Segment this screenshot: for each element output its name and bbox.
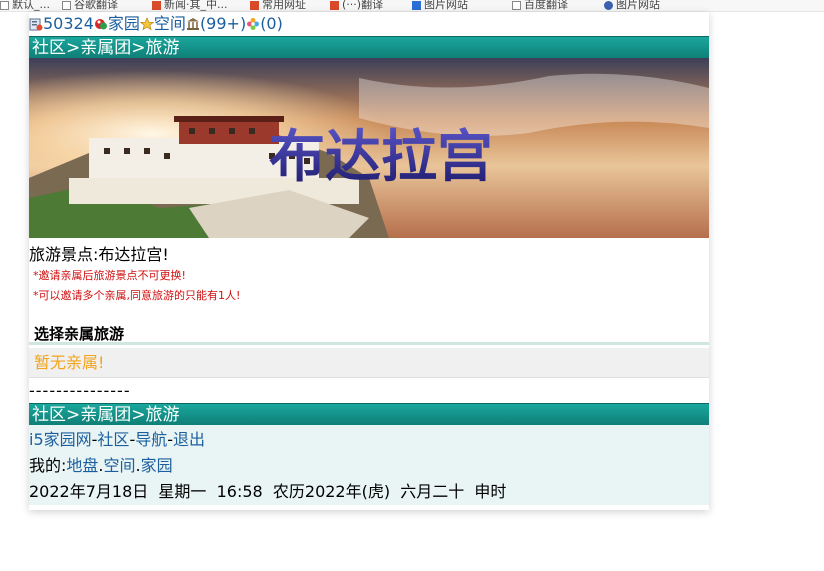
- breadcrumb-bottom: 社区>亲属团>旅游: [29, 403, 709, 425]
- bookmark-item[interactable]: 常用网址: [250, 0, 306, 11]
- page-icon: [250, 0, 259, 10]
- logout-link[interactable]: 退出: [173, 430, 205, 449]
- flower-icon: [246, 14, 260, 30]
- home-link[interactable]: 家园: [108, 14, 140, 33]
- globe-icon: [604, 0, 613, 10]
- page-icon: [512, 0, 521, 10]
- bookmark-item[interactable]: 谷歌翻译: [62, 0, 118, 11]
- space-link[interactable]: 空间: [104, 456, 136, 475]
- nav-link[interactable]: 导航: [135, 430, 167, 449]
- user-topbar: 50324 家园 空间 (99+) (0): [29, 12, 709, 36]
- banner-image: 布达拉宫: [29, 58, 709, 238]
- community-link[interactable]: 社区: [97, 430, 129, 449]
- browser-bookmarks-bar: 默认_... 谷歌翻译 新闻·其_中... 常用网址 (···)翻译 图片网站 …: [0, 0, 824, 12]
- breadcrumb-current: 旅游: [145, 38, 180, 58]
- bookmark-item[interactable]: 图片网站: [604, 0, 660, 11]
- notifications-count-link[interactable]: (0): [260, 14, 283, 33]
- section-title: 选择亲属旅游: [29, 323, 709, 345]
- bookmark-item[interactable]: 图片网站: [412, 0, 468, 11]
- site-home-link[interactable]: i5家园网: [29, 430, 92, 449]
- bank-icon: [186, 14, 200, 30]
- notice-text: *可以邀请多个亲属,同意旅游的只能有1人!: [33, 289, 241, 302]
- breadcrumb-community[interactable]: 社区: [32, 405, 66, 425]
- bookmark-item[interactable]: 百度翻译: [512, 0, 568, 11]
- breadcrumb-relatives[interactable]: 亲属团: [80, 38, 131, 58]
- breadcrumb-relatives[interactable]: 亲属团: [80, 405, 131, 425]
- page-icon: [330, 0, 339, 10]
- datetime-line: 2022年7月18日 星期一 16:58 农历2022年(虎) 六月二十 申时: [29, 482, 507, 501]
- banner-title: 布达拉宫: [269, 124, 493, 190]
- page-icon: [62, 0, 71, 10]
- notice-text: *邀请亲属后旅游景点不可更换!: [33, 269, 186, 282]
- bookmark-item[interactable]: 新闻·其_中...: [152, 0, 228, 11]
- divider-text: ---------------: [29, 381, 131, 400]
- messages-count-link[interactable]: (99+): [200, 14, 246, 33]
- home-link[interactable]: 家园: [141, 456, 173, 475]
- land-link[interactable]: 地盘: [66, 456, 98, 475]
- empty-state-message: 暂无亲属!: [29, 348, 709, 378]
- page-icon: [152, 0, 161, 10]
- page-icon: [0, 0, 9, 10]
- user-id-link[interactable]: 50324: [43, 14, 94, 33]
- breadcrumb-community[interactable]: 社区: [32, 38, 66, 58]
- bookmark-item[interactable]: (···)翻译: [330, 0, 383, 11]
- page-icon: [412, 0, 421, 10]
- page-container: 50324 家园 空间 (99+) (0) 社区>亲属团>旅游 布达拉宫 旅游景…: [29, 12, 709, 510]
- footer-mine: 我的:地盘.空间.家园: [29, 456, 173, 475]
- user-card-icon: [29, 14, 43, 31]
- breadcrumb-current: 旅游: [145, 405, 180, 425]
- space-link[interactable]: 空间: [154, 14, 186, 33]
- footer-nav: i5家园网-社区-导航-退出: [29, 430, 206, 449]
- travel-spot-line: 旅游景点:布达拉宫!: [29, 245, 169, 264]
- star-icon: [139, 14, 155, 31]
- breadcrumb: 社区>亲属团>旅游: [29, 36, 709, 58]
- bookmark-item[interactable]: 默认_...: [0, 0, 50, 11]
- home-icon: [94, 14, 108, 30]
- footer: i5家园网-社区-导航-退出 我的:地盘.空间.家园 2022年7月18日 星期…: [29, 425, 709, 505]
